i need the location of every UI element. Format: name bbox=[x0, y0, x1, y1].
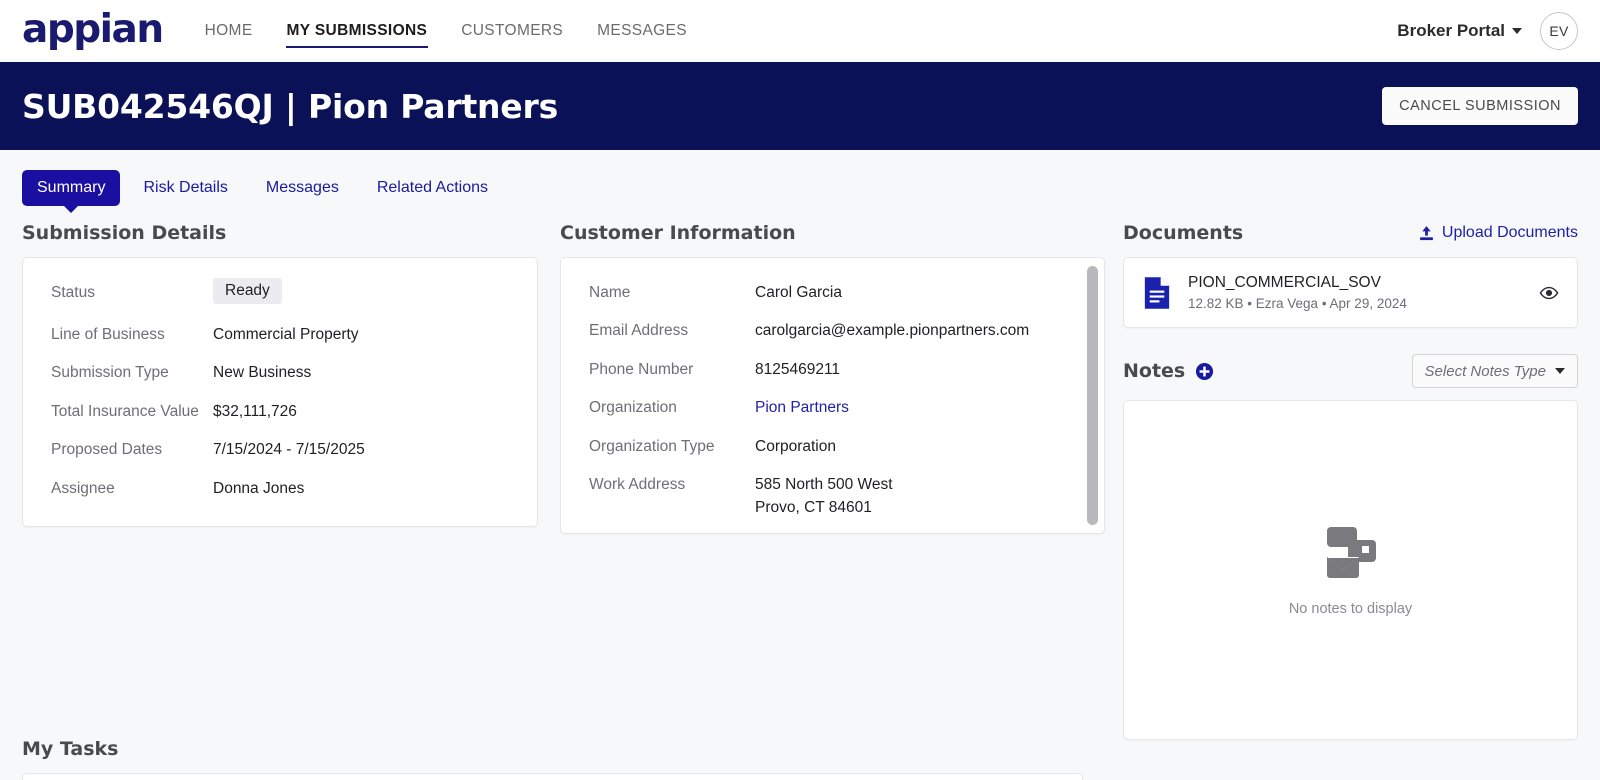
field-value-status-wrap: Ready bbox=[213, 278, 511, 308]
notes-title: Notes bbox=[1123, 360, 1186, 382]
tab-related-actions[interactable]: Related Actions bbox=[362, 170, 503, 206]
upload-documents-button[interactable]: Upload Documents bbox=[1418, 224, 1578, 242]
field-label-name: Name bbox=[589, 284, 631, 301]
customer-information-column: Customer Information Name Carol Garcia E… bbox=[560, 222, 1105, 712]
chevron-down-icon bbox=[1512, 28, 1522, 34]
upload-documents-label: Upload Documents bbox=[1441, 224, 1578, 241]
documents-title: Documents bbox=[1123, 222, 1244, 244]
plus-circle-icon bbox=[1196, 362, 1214, 380]
field-value-assignee: Donna Jones bbox=[213, 479, 305, 497]
field-label-proposed-dates: Proposed Dates bbox=[51, 441, 163, 459]
tab-bar: Summary Risk Details Messages Related Ac… bbox=[0, 150, 1600, 206]
field-label-submission-type: Submission Type bbox=[51, 364, 169, 382]
main-nav-links: HOME MY SUBMISSIONS CUSTOMERS MESSAGES bbox=[205, 0, 687, 62]
add-note-button[interactable] bbox=[1195, 362, 1214, 381]
tab-risk-details[interactable]: Risk Details bbox=[128, 170, 242, 206]
documents-notes-column: Documents Upload Documents PION_COMMERCI… bbox=[1105, 222, 1600, 740]
customer-information-fields: Name Carol Garcia Email Address carolgar… bbox=[561, 258, 1104, 533]
avatar[interactable]: EV bbox=[1540, 12, 1578, 50]
avatar-initials: EV bbox=[1549, 23, 1569, 39]
field-label-email-address: Email Address bbox=[589, 322, 689, 340]
document-name: PION_COMMERCIAL_SOV bbox=[1188, 274, 1381, 291]
view-document-button[interactable] bbox=[1539, 286, 1559, 300]
field-value-organization-type: Corporation bbox=[755, 437, 836, 455]
submission-details-fields: Status Ready Line of Business Commercial… bbox=[23, 258, 537, 526]
no-notes-icon bbox=[1326, 527, 1376, 578]
document-meta: 12.82 KB • Ezra Vega • Apr 29, 2024 bbox=[1188, 296, 1407, 311]
my-tasks-card: SEARCH TYPE Any bbox=[22, 773, 1083, 780]
appian-logo[interactable]: appian bbox=[22, 10, 164, 49]
document-list-item[interactable]: PION_COMMERCIAL_SOV 12.82 KB • Ezra Vega… bbox=[1123, 257, 1578, 328]
field-label-assignee: Assignee bbox=[51, 479, 115, 497]
tab-summary[interactable]: Summary bbox=[22, 170, 121, 206]
field-label-line-of-business: Line of Business bbox=[51, 326, 165, 343]
eye-icon bbox=[1539, 286, 1559, 299]
document-icon bbox=[1144, 276, 1170, 309]
submission-header-banner: SUB042546QJ | Pion Partners CANCEL SUBMI… bbox=[0, 62, 1600, 150]
chevron-down-icon bbox=[1555, 368, 1565, 374]
field-value-email-address: carolgarcia@example.pionpartners.com bbox=[755, 322, 1030, 340]
nav-link-messages[interactable]: MESSAGES bbox=[597, 0, 687, 62]
field-value-line-of-business: Commercial Property bbox=[213, 326, 359, 343]
notes-empty-state: No notes to display bbox=[1123, 400, 1578, 740]
submission-details-card: Status Ready Line of Business Commercial… bbox=[22, 257, 538, 528]
my-tasks-title: My Tasks bbox=[22, 738, 119, 760]
field-value-name: Carol Garcia bbox=[755, 284, 842, 301]
field-label-status: Status bbox=[51, 284, 95, 301]
no-notes-text: No notes to display bbox=[1288, 601, 1413, 617]
notes-type-placeholder: Select Notes Type bbox=[1424, 362, 1546, 380]
field-label-organization: Organization bbox=[589, 399, 677, 417]
submission-details-column: Submission Details Status Ready Line of … bbox=[0, 222, 560, 712]
documents-header: Documents Upload Documents bbox=[1123, 222, 1578, 244]
tab-messages[interactable]: Messages bbox=[251, 170, 354, 206]
my-tasks-section: My Tasks SEARCH TYPE Any bbox=[0, 712, 1105, 780]
customer-information-card: Name Carol Garcia Email Address carolgar… bbox=[560, 257, 1105, 534]
status-badge: Ready bbox=[213, 278, 282, 304]
field-value-total-insurance-value: $32,111,726 bbox=[213, 402, 297, 420]
customer-information-title: Customer Information bbox=[560, 222, 796, 244]
upload-icon bbox=[1420, 225, 1433, 240]
portal-switcher[interactable]: Broker Portal bbox=[1397, 21, 1522, 41]
portal-label: Broker Portal bbox=[1397, 21, 1505, 40]
nav-link-my-submissions[interactable]: MY SUBMISSIONS bbox=[285, 0, 428, 62]
field-value-phone-number: 8125469211 bbox=[755, 360, 841, 378]
customer-card-scrollbar[interactable] bbox=[1087, 266, 1098, 525]
my-tasks-toolbar: SEARCH TYPE Any bbox=[23, 774, 1082, 780]
page-title: SUB042546QJ | Pion Partners bbox=[22, 86, 559, 126]
notes-type-select[interactable]: Select Notes Type bbox=[1411, 354, 1578, 388]
top-navigation-bar: appian HOME MY SUBMISSIONS CUSTOMERS MES… bbox=[0, 0, 1600, 62]
nav-right-group: Broker Portal EV bbox=[1397, 12, 1578, 50]
notes-header: Notes Select Notes Type bbox=[1123, 354, 1578, 388]
field-label-work-address: Work Address bbox=[589, 476, 686, 494]
field-label-phone-number: Phone Number bbox=[589, 360, 694, 378]
field-value-work-address: 585 North 500 West Provo, CT 84601 bbox=[755, 476, 893, 516]
field-label-organization-type: Organization Type bbox=[589, 437, 715, 455]
field-label-total-insurance-value: Total Insurance Value bbox=[51, 402, 199, 420]
nav-link-customers[interactable]: CUSTOMERS bbox=[461, 0, 563, 62]
main-content: Submission Details Status Ready Line of … bbox=[0, 206, 1600, 740]
field-value-organization-link[interactable]: Pion Partners bbox=[755, 397, 1064, 419]
nav-link-home[interactable]: HOME bbox=[205, 0, 253, 62]
document-text-block: PION_COMMERCIAL_SOV 12.82 KB • Ezra Vega… bbox=[1188, 274, 1407, 311]
submission-details-title: Submission Details bbox=[22, 222, 227, 244]
field-value-submission-type: New Business bbox=[213, 364, 312, 382]
cancel-submission-button[interactable]: CANCEL SUBMISSION bbox=[1382, 87, 1578, 125]
customer-card-scrollbar-thumb[interactable] bbox=[1087, 266, 1098, 525]
field-value-proposed-dates: 7/15/2024 - 7/15/2025 bbox=[213, 441, 365, 459]
